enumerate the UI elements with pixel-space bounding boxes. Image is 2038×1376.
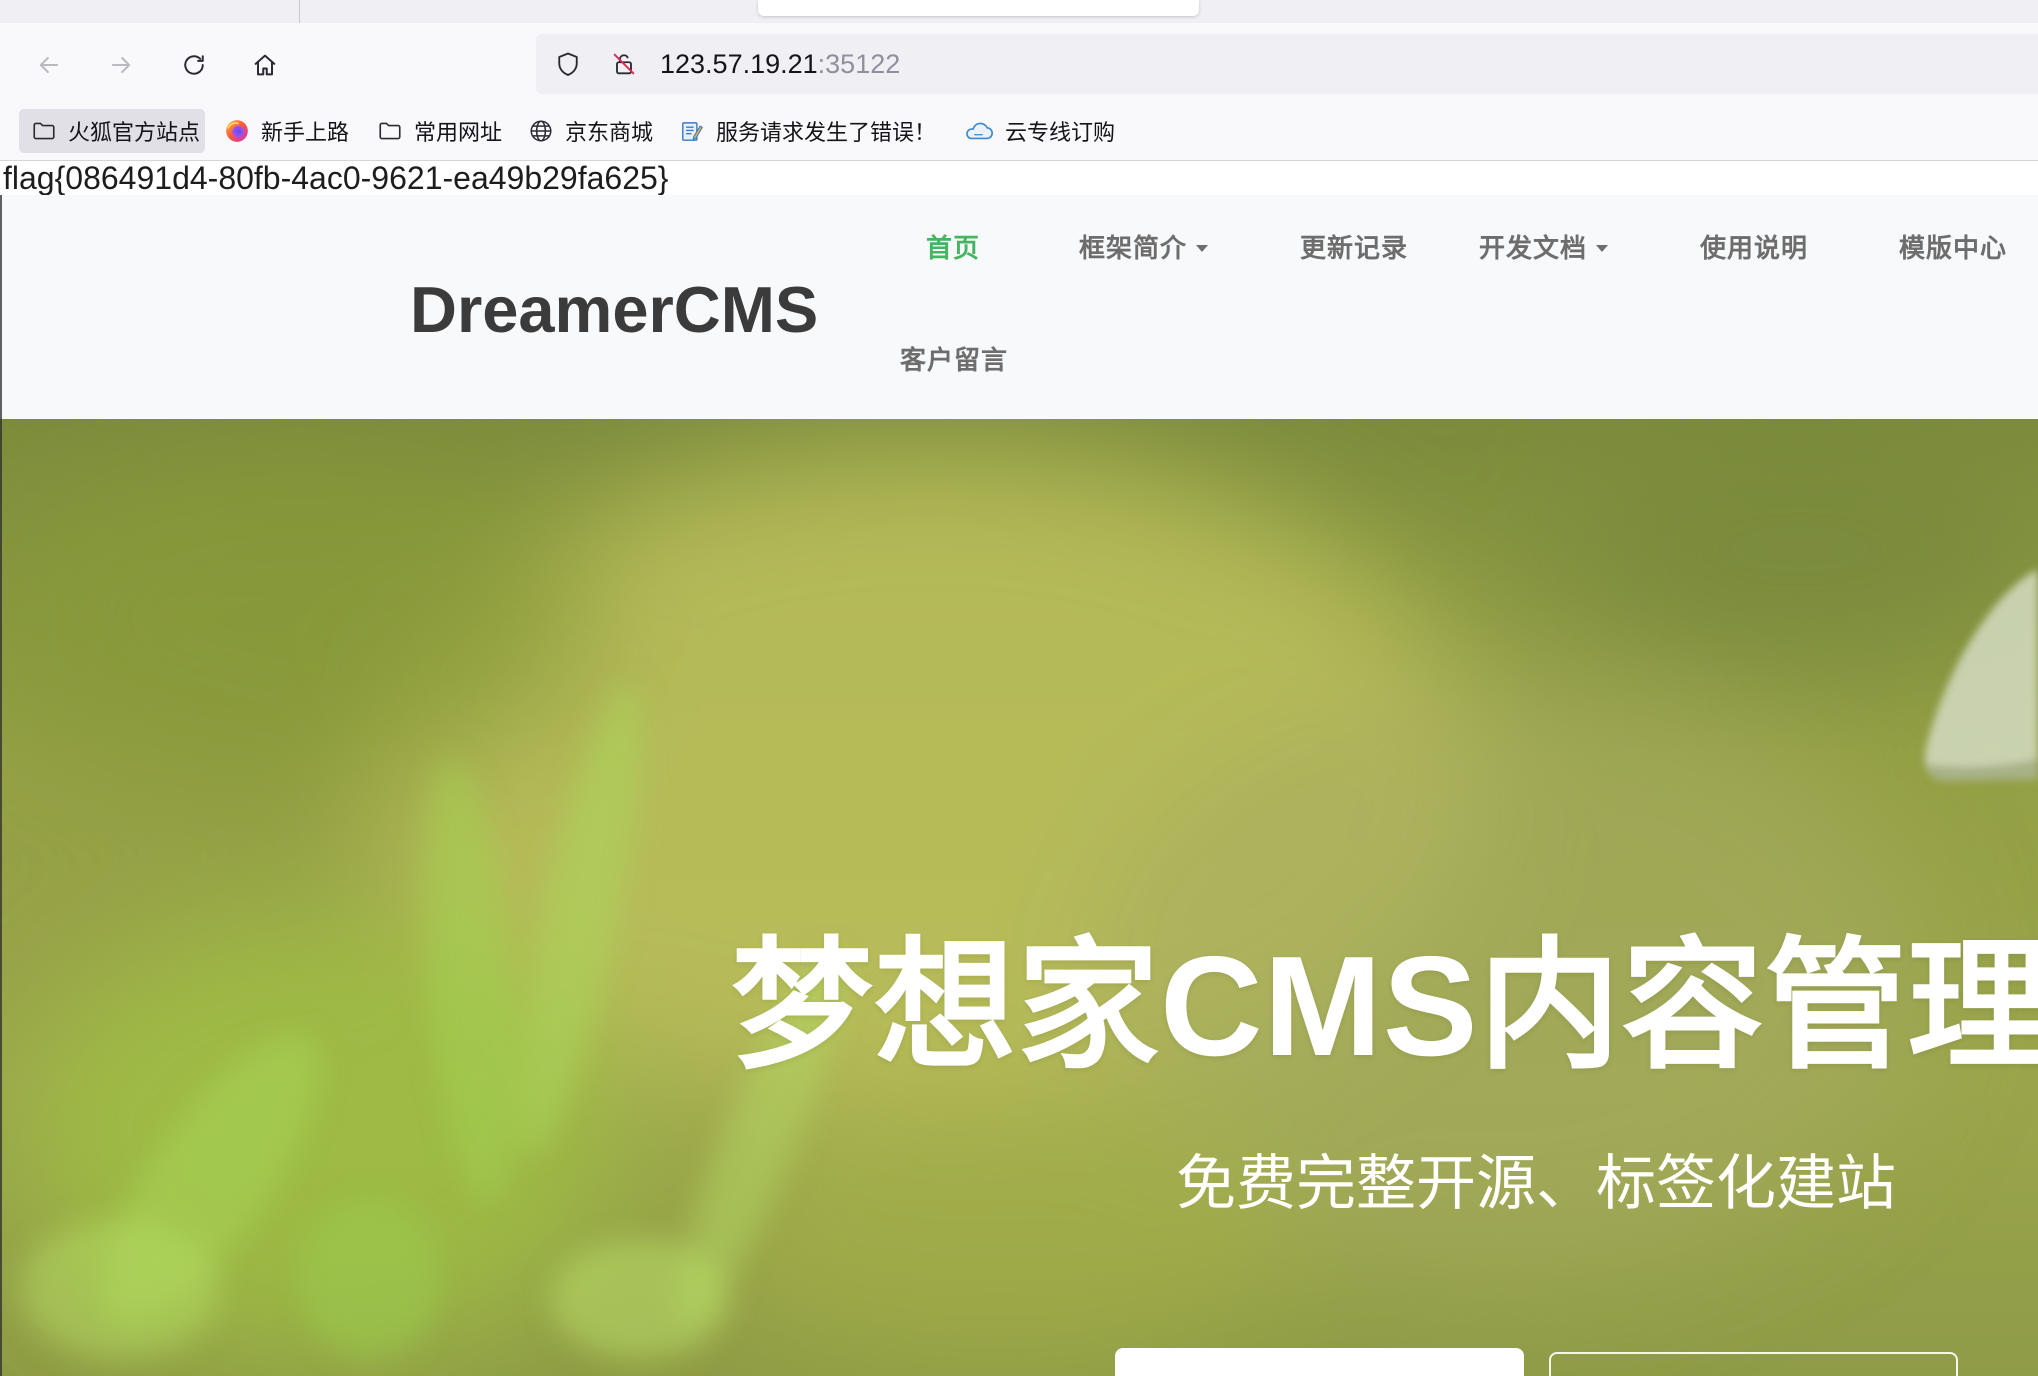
cloud-icon <box>962 118 994 144</box>
nav-item-changelog[interactable]: 更新记录 <box>1300 230 1408 266</box>
hero-subtitle: 免费完整开源、标签化建站 <box>1176 1151 1896 1217</box>
nav-item-label: 客户留言 <box>900 345 1009 375</box>
firefox-icon <box>224 118 250 144</box>
shield-icon[interactable] <box>554 50 582 78</box>
document-pen-icon <box>679 118 705 144</box>
bookmark-label: 新手上路 <box>261 120 350 145</box>
home-button[interactable] <box>245 45 285 85</box>
nav-item-guestbook[interactable]: 客户留言 <box>900 342 1008 378</box>
back-button[interactable] <box>29 45 69 85</box>
url-text[interactable]: 123.57.19.21:35122 <box>660 34 900 94</box>
site-navbar: DreamerCMS 首页 框架简介 更新记录 开发文档 使用说明 模版中心 客… <box>0 195 2038 419</box>
caret-down-icon <box>1196 244 1209 252</box>
nav-item-label: 首页 <box>926 233 981 263</box>
nav-item-template-center[interactable]: 模版中心 <box>1899 230 2007 266</box>
address-bar[interactable]: 123.57.19.21:35122 <box>536 34 2038 94</box>
active-tab[interactable] <box>758 0 1199 16</box>
hero-primary-button[interactable] <box>1115 1348 1524 1376</box>
reload-button[interactable] <box>174 45 214 85</box>
window-left-edge <box>0 195 2 1376</box>
bookmark-cloud-line-order[interactable]: 云专线订购 <box>954 109 1123 153</box>
bookmark-label: 京东商城 <box>565 120 654 145</box>
back-arrow-icon <box>39 57 59 73</box>
nav-item-label: 框架简介 <box>1079 233 1188 263</box>
flag-text: flag{086491d4-80fb-4ac0-9621-ea49b29fa62… <box>0 161 2038 195</box>
bookmark-label: 常用网址 <box>414 120 503 145</box>
bookmark-service-error[interactable]: 服务请求发生了错误！ <box>671 109 944 153</box>
caret-down-icon <box>1596 244 1609 252</box>
nav-item-label: 模版中心 <box>1899 233 2008 263</box>
home-icon <box>254 54 276 76</box>
bookmark-label: 云专线订购 <box>1005 120 1116 145</box>
url-host: 123.57.19.21 <box>660 49 818 79</box>
nav-item-framework-intro[interactable]: 框架简介 <box>1079 230 1209 266</box>
hero-title: 梦想家CMS内容管理 <box>731 932 2038 1082</box>
nav-item-label: 使用说明 <box>1700 233 1809 263</box>
url-port: :35122 <box>817 49 901 79</box>
tab-strip <box>0 0 2038 23</box>
bookmark-folder-common-sites[interactable]: 常用网址 <box>369 109 510 153</box>
nav-item-dev-docs[interactable]: 开发文档 <box>1479 230 1609 266</box>
hero-background <box>0 419 2038 1376</box>
folder-icon <box>377 118 403 144</box>
nav-item-label: 开发文档 <box>1479 233 1588 263</box>
navigation-toolbar: 123.57.19.21:35122 <box>0 23 2038 104</box>
globe-icon <box>528 118 554 144</box>
tab-divider <box>299 0 300 23</box>
bookmarks-toolbar: 火狐官方站点 新手上路 常用网址 京东商城 服务请求发生了错误！ 云专线订购 <box>0 104 2038 161</box>
reload-icon <box>184 55 204 75</box>
nav-item-usage-guide[interactable]: 使用说明 <box>1700 230 1808 266</box>
bookmark-label: 火狐官方站点 <box>68 120 201 145</box>
folder-icon <box>31 118 57 144</box>
hero-secondary-button[interactable] <box>1549 1352 1958 1376</box>
bookmark-folder-firefox-official[interactable]: 火狐官方站点 <box>19 109 205 153</box>
hero-banner: 梦想家CMS内容管理 免费完整开源、标签化建站 <box>0 419 2038 1376</box>
nav-item-home[interactable]: 首页 <box>926 230 980 266</box>
forward-arrow-icon <box>111 57 131 73</box>
bookmark-jd-mall[interactable]: 京东商城 <box>520 109 661 153</box>
bookmark-getting-started[interactable]: 新手上路 <box>216 109 357 153</box>
insecure-lock-icon[interactable] <box>610 50 638 78</box>
nav-item-label: 更新记录 <box>1300 233 1409 263</box>
forward-button[interactable] <box>101 45 141 85</box>
bookmark-label: 服务请求发生了错误！ <box>716 120 937 145</box>
site-logo[interactable]: DreamerCMS <box>410 277 818 342</box>
